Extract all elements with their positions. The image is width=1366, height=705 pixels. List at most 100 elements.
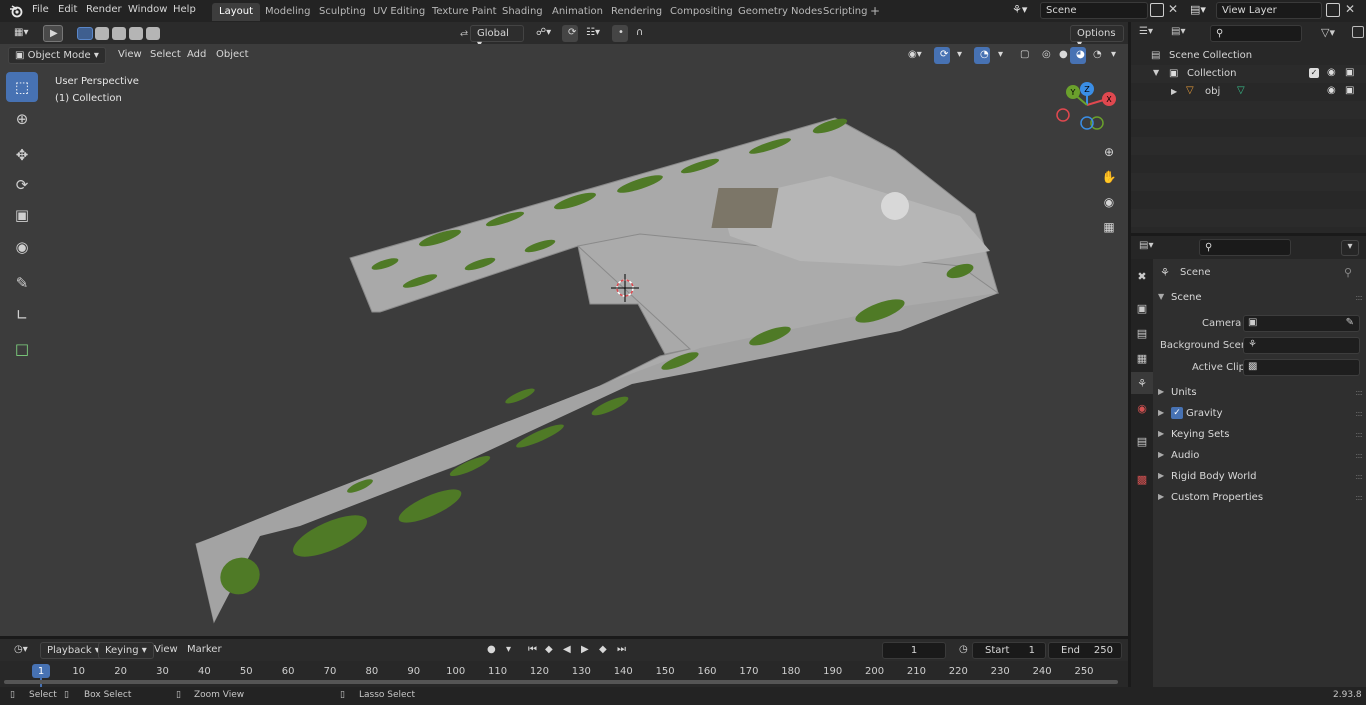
pan-hand-icon[interactable]: ✋ <box>1098 166 1120 188</box>
timeline-scrollbar[interactable] <box>4 680 1118 684</box>
audio-panel-header[interactable]: ▶ Audio :::: <box>1156 447 1364 467</box>
new-collection-icon[interactable] <box>1352 26 1364 38</box>
ortho-grid-icon[interactable]: ▦ <box>1098 216 1120 238</box>
navigation-gizmo[interactable]: Z X Y <box>1052 80 1122 140</box>
preview-range-clock-icon[interactable]: ◷ <box>953 642 969 659</box>
drag-grip-icon[interactable]: :::: <box>1355 472 1363 481</box>
play-reverse-icon[interactable]: ◀ <box>557 642 573 659</box>
menu-object[interactable]: Object <box>210 47 255 64</box>
next-keyframe-icon[interactable]: ◆ <box>593 642 609 659</box>
timeline-view-menu[interactable]: View <box>148 642 184 659</box>
prev-keyframe-icon[interactable]: ◆ <box>539 642 555 659</box>
menu-add[interactable]: Add <box>181 47 212 64</box>
select-box-icon[interactable]: ⬚ <box>6 72 38 102</box>
gravity-panel-header[interactable]: ▶ ✓ Gravity :::: <box>1156 405 1364 425</box>
select-invert-icon[interactable] <box>129 27 143 40</box>
camera-render-icon[interactable]: ▣ <box>1345 67 1354 78</box>
annotate-tool-icon[interactable]: ✎ <box>6 268 38 298</box>
collection-properties-tab-icon[interactable]: ▤ <box>1131 430 1153 452</box>
menu-file[interactable]: File <box>32 4 49 15</box>
render-properties-tab-icon[interactable]: ▣ <box>1131 297 1153 319</box>
play-icon[interactable]: ▶ <box>575 642 591 659</box>
xray-toggle-icon[interactable]: ▢ <box>1014 47 1029 64</box>
world-properties-tab-icon[interactable]: ◉ <box>1131 397 1153 419</box>
drag-grip-icon[interactable]: :::: <box>1355 388 1363 397</box>
add-cube-tool-icon[interactable]: □ <box>6 334 38 364</box>
tab-shading[interactable]: Shading <box>495 3 550 21</box>
tool-properties-tab-icon[interactable]: ✖ <box>1131 265 1153 287</box>
units-panel-header[interactable]: ▶ Units :::: <box>1156 384 1364 404</box>
tab-compositing[interactable]: Compositing <box>663 3 740 21</box>
scale-tool-icon[interactable]: ▣ <box>6 200 38 230</box>
rotate-tool-icon[interactable]: ⟳ <box>6 170 38 200</box>
camera-render-icon[interactable]: ▣ <box>1345 85 1354 96</box>
add-workspace-button[interactable]: + <box>866 3 884 21</box>
texture-properties-tab-icon[interactable]: ▩ <box>1131 468 1153 490</box>
shading-rendered-icon[interactable]: ◔ <box>1087 47 1103 64</box>
scene-panel-header[interactable]: ▼ Scene :::: <box>1156 289 1364 309</box>
new-view-layer-icon[interactable] <box>1326 3 1340 17</box>
proportional-falloff-icon[interactable]: ∩ <box>630 25 654 42</box>
move-tool-icon[interactable]: ✥ <box>6 140 38 170</box>
display-mode-icon[interactable]: ▤▾ <box>1171 26 1199 42</box>
outliner-row-collection[interactable]: ▼ ▣ Collection ✓ ◉ ▣ <box>1131 65 1366 83</box>
rigid-body-world-panel-header[interactable]: ▶ Rigid Body World :::: <box>1156 468 1364 488</box>
gizmo-neg-x-dot[interactable] <box>1056 108 1070 122</box>
scene-selector[interactable]: Scene <box>1040 2 1148 19</box>
new-scene-icon[interactable] <box>1150 3 1164 17</box>
record-icon[interactable]: ● <box>481 642 499 659</box>
background-scene-field[interactable]: ⚘ <box>1243 337 1360 354</box>
eye-icon[interactable]: ◉ <box>1327 67 1336 78</box>
shading-solid-icon[interactable]: ● <box>1053 47 1069 64</box>
drag-grip-icon[interactable]: :::: <box>1355 451 1363 460</box>
proportional-edit-icon[interactable]: • <box>612 25 628 42</box>
shading-dropdown-icon[interactable]: ▾ <box>1105 47 1119 64</box>
tab-sculpting[interactable]: Sculpting <box>312 3 373 21</box>
shading-material-icon[interactable]: ◕ <box>1070 47 1086 64</box>
view-layer-icon[interactable]: ▤▾ <box>1190 3 1216 19</box>
start-frame-field[interactable]: Start 1 <box>972 642 1046 659</box>
drag-grip-icon[interactable]: :::: <box>1355 493 1363 502</box>
camera-field[interactable]: ▣ ✎ <box>1243 315 1360 332</box>
outliner-row-obj[interactable]: ▶ ▽ obj ▽ ◉ ▣ <box>1131 83 1366 101</box>
eyedropper-icon[interactable]: ✎ <box>1346 317 1354 328</box>
scene-type-icon[interactable]: ⚘▾ <box>1012 3 1038 19</box>
snap-toggle-icon[interactable]: ⟳ <box>562 25 578 42</box>
tab-texture-paint[interactable]: Texture Paint <box>425 3 504 21</box>
menu-edit[interactable]: Edit <box>58 4 77 15</box>
filter-icon[interactable]: ▽▾ <box>1321 26 1335 39</box>
transform-tool-icon[interactable]: ◉ <box>6 232 38 262</box>
tab-geometry-nodes[interactable]: Geometry Nodes <box>731 3 829 21</box>
select-extend-icon[interactable] <box>95 27 109 40</box>
transform-orientation-select[interactable]: Global ▾ <box>470 25 524 50</box>
tab-modeling[interactable]: Modeling <box>258 3 318 21</box>
select-intersect-icon[interactable] <box>146 27 160 40</box>
shading-wireframe-icon[interactable]: ◎ <box>1036 47 1052 64</box>
blender-logo-icon[interactable] <box>9 4 23 18</box>
drag-grip-icon[interactable]: :::: <box>1355 409 1363 418</box>
custom-properties-panel-header[interactable]: ▶ Custom Properties :::: <box>1156 489 1364 509</box>
tab-layout[interactable]: Layout <box>212 3 260 21</box>
mesh-data-icon[interactable]: ▽ <box>1237 85 1245 96</box>
output-properties-tab-icon[interactable]: ▤ <box>1131 322 1153 344</box>
menu-view[interactable]: View <box>112 47 148 64</box>
keying-menu[interactable]: Keying ▾ <box>98 642 154 659</box>
select-subtract-icon[interactable] <box>112 27 126 40</box>
exclude-checkbox-icon[interactable]: ✓ <box>1309 68 1319 78</box>
properties-options-icon[interactable]: ▾ <box>1341 240 1359 256</box>
properties-editor-type-icon[interactable]: ▤▾ <box>1139 240 1153 251</box>
tab-animation[interactable]: Animation <box>545 3 610 21</box>
pivot-point-icon[interactable]: ☍▾ <box>530 25 558 42</box>
auto-key-dropdown-icon[interactable]: ▾ <box>500 642 514 659</box>
expand-arrow-icon[interactable]: ▼ <box>1153 68 1159 77</box>
playback-menu[interactable]: Playback ▾ <box>40 642 107 659</box>
outliner-row-scene-collection[interactable]: ▤ Scene Collection <box>1131 47 1366 65</box>
drag-grip-icon[interactable]: :::: <box>1355 430 1363 439</box>
scene-properties-tab-icon[interactable]: ⚘ <box>1131 372 1153 394</box>
object-mode-select[interactable]: ▣ Object Mode ▾ <box>8 47 106 64</box>
active-clip-field[interactable]: ▩ <box>1243 359 1360 376</box>
visibility-icon[interactable]: ◉▾ <box>902 47 930 64</box>
jump-end-icon[interactable]: ⏭ <box>611 642 627 659</box>
options-menu[interactable]: Options ▾ <box>1070 25 1124 50</box>
tab-uv-editing[interactable]: UV Editing <box>366 3 432 21</box>
